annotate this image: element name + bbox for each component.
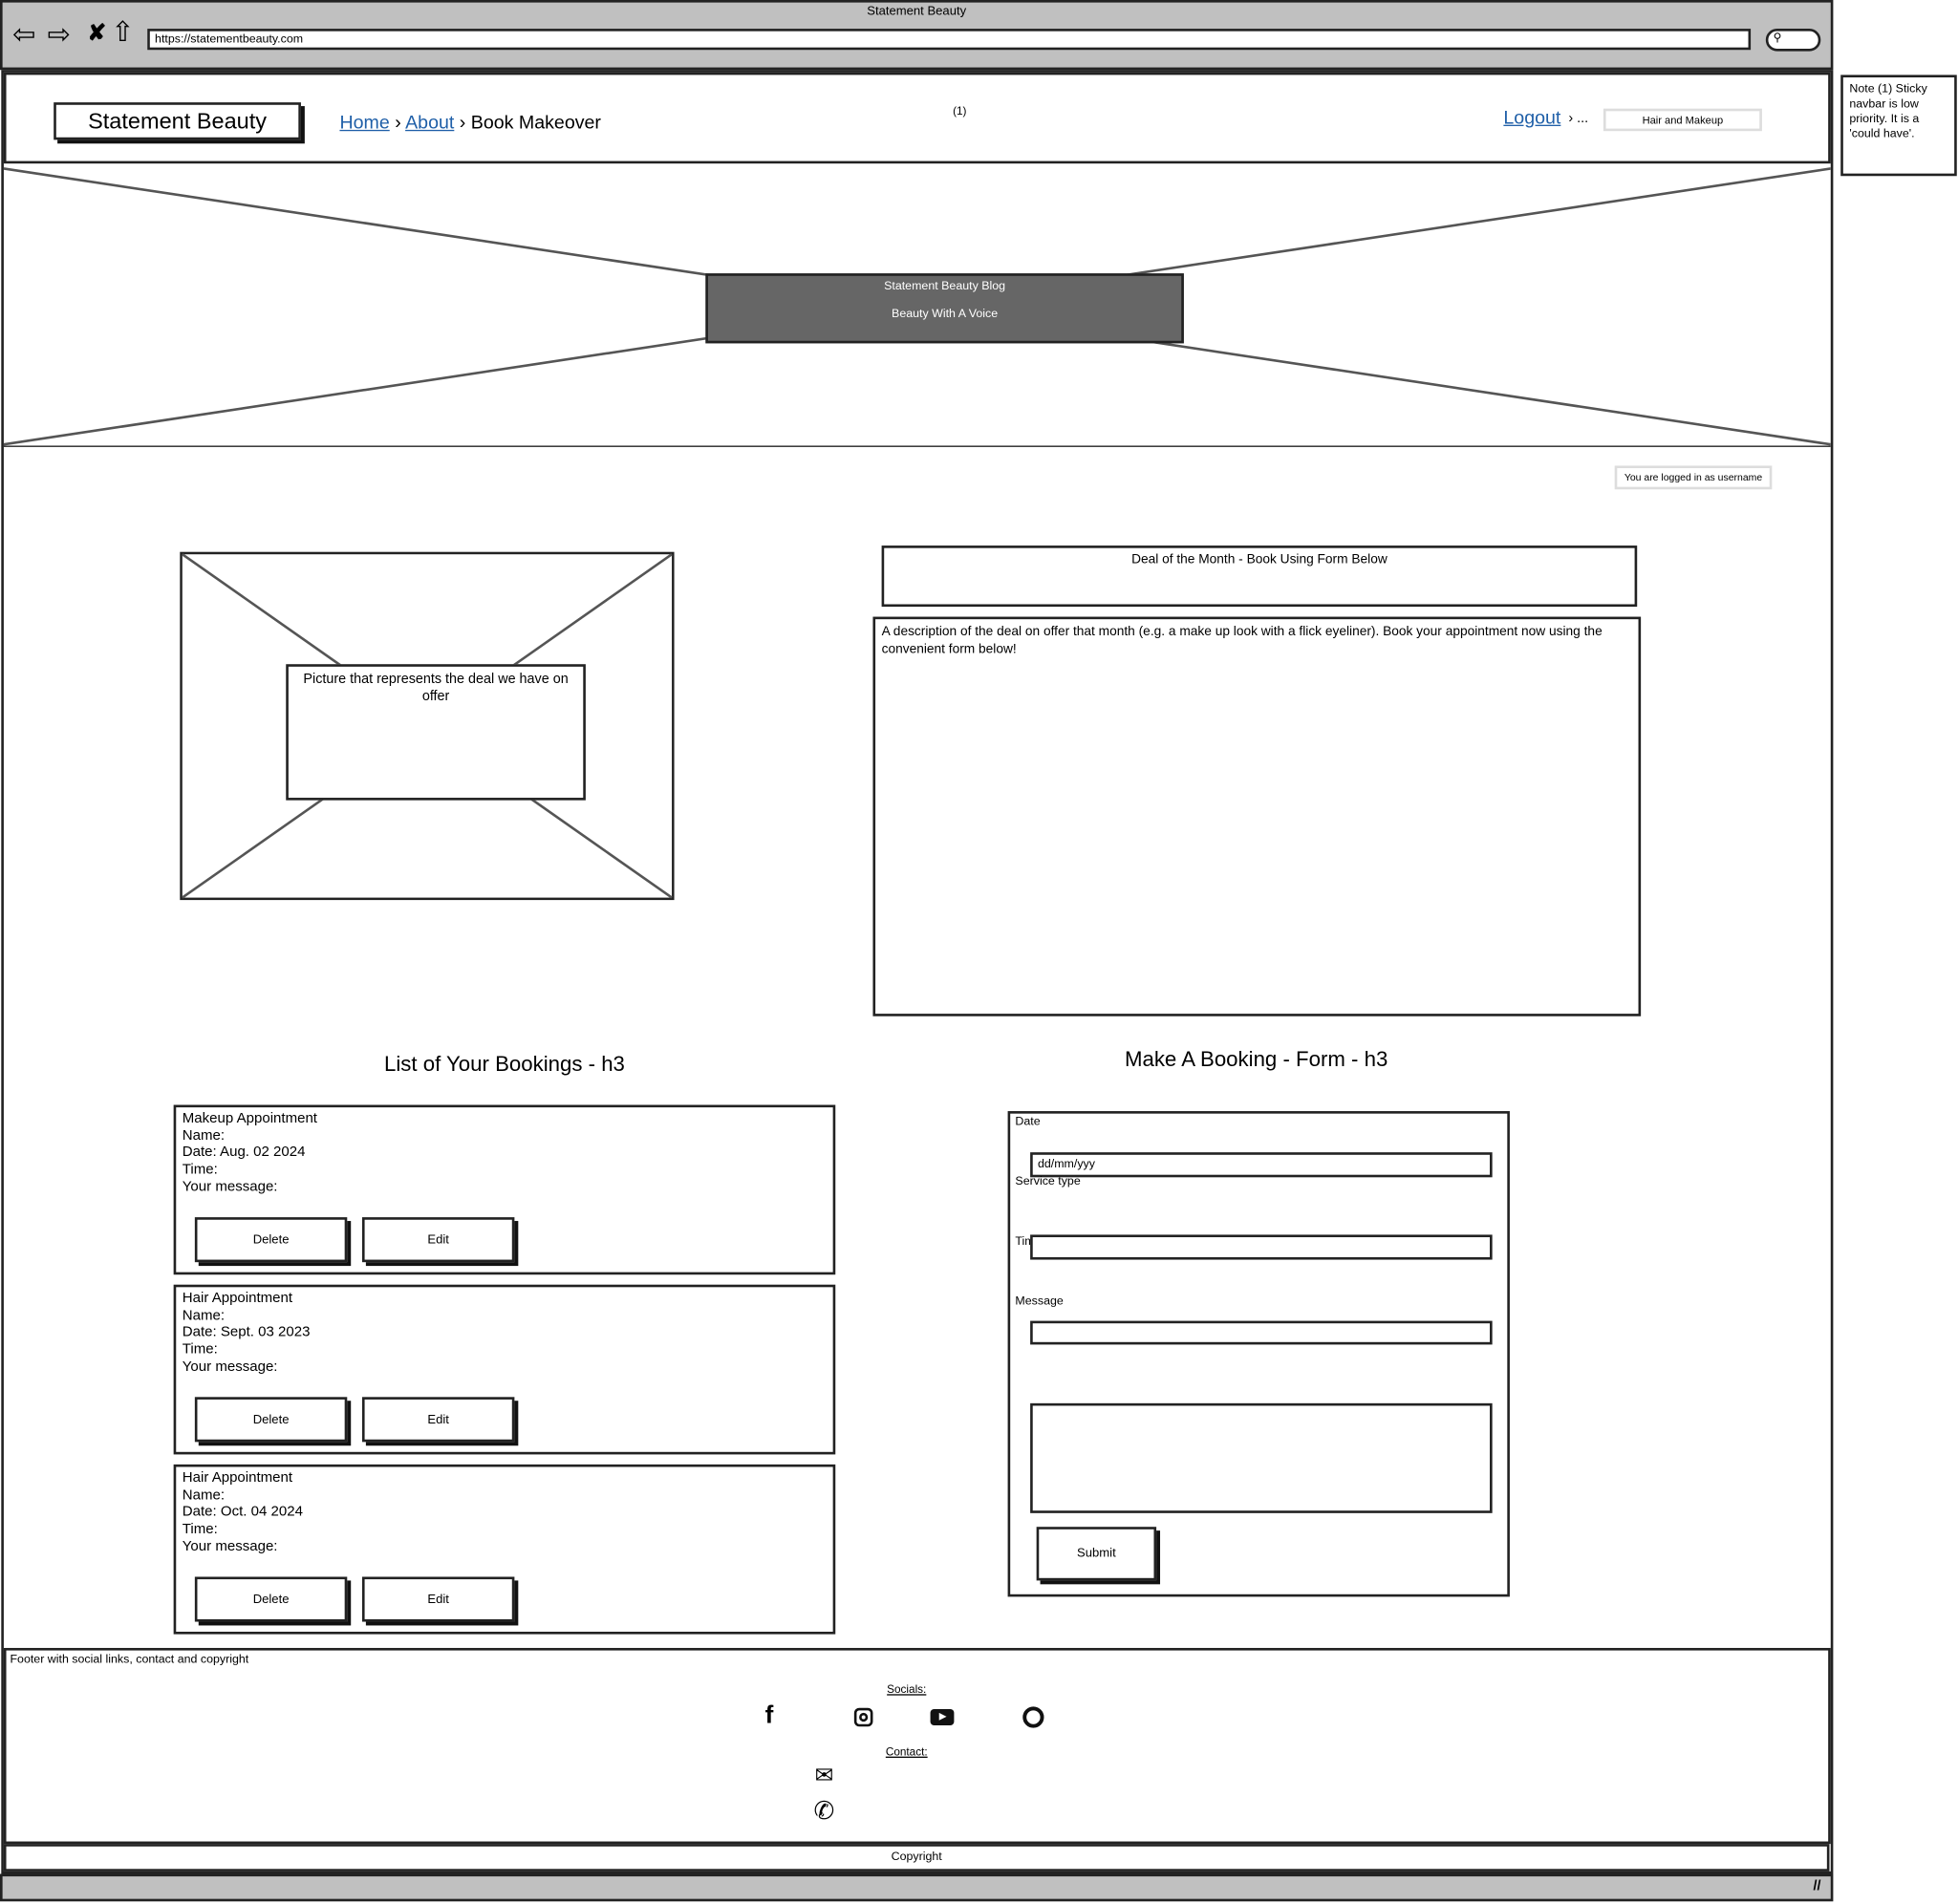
hero-title: Statement Beauty Blog: [884, 279, 1006, 294]
booking-time: Time:: [182, 1522, 218, 1537]
socials-label: Socials:: [887, 1682, 927, 1696]
note-marker: (1): [953, 104, 967, 118]
booking-message: Your message:: [182, 1179, 278, 1195]
browser-title: Statement Beauty: [867, 5, 967, 19]
breadcrumb-about[interactable]: About: [405, 113, 454, 134]
message-textarea[interactable]: [1030, 1402, 1493, 1513]
instagram-icon[interactable]: [853, 1707, 873, 1727]
forward-icon[interactable]: ⇨: [48, 19, 71, 52]
sticky-note: Note (1) Sticky navbar is low priority. …: [1840, 75, 1957, 177]
delete-button[interactable]: Delete: [194, 1576, 348, 1622]
message-label: Message: [1015, 1294, 1064, 1309]
copyright-bar: Copyright: [3, 1844, 1830, 1872]
booking-name: Name:: [182, 1127, 226, 1144]
breadcrumb-home[interactable]: Home: [339, 113, 389, 134]
logout-link[interactable]: Logout: [1503, 107, 1560, 128]
browser-statusbar: [0, 1873, 1834, 1902]
hero-subtitle: Beauty With A Voice: [892, 307, 999, 321]
booking-message: Your message:: [182, 1539, 278, 1554]
booking-time: Time:: [182, 1162, 218, 1178]
booking-time: Time:: [182, 1341, 218, 1358]
logout-ellipsis: › ...: [1568, 111, 1589, 126]
time-input[interactable]: [1030, 1234, 1493, 1260]
youtube-icon[interactable]: [930, 1709, 955, 1725]
booking-date: Date: Aug. 02 2024: [182, 1145, 306, 1161]
submit-button[interactable]: Submit: [1036, 1527, 1157, 1581]
phone-icon[interactable]: ✆: [814, 1795, 835, 1827]
booking-date: Date: Sept. 03 2023: [182, 1325, 311, 1340]
contact-label: Contact:: [885, 1744, 928, 1758]
message-input[interactable]: [1030, 1320, 1493, 1345]
logo[interactable]: Statement Beauty: [54, 102, 301, 140]
home-icon[interactable]: ⇧: [111, 16, 134, 49]
hero-panel: Statement Beauty Blog Beauty With A Voic…: [705, 273, 1184, 344]
booking-type: Hair Appointment: [182, 1470, 293, 1487]
hair-makeup-button[interactable]: Hair and Makeup: [1603, 108, 1762, 132]
edit-button[interactable]: Edit: [361, 1397, 515, 1443]
facebook-icon[interactable]: f: [765, 1701, 774, 1730]
back-icon[interactable]: ⇦: [12, 19, 35, 52]
booking-type: Hair Appointment: [182, 1291, 293, 1306]
booking-type: Makeup Appointment: [182, 1111, 317, 1126]
resize-handle-icon[interactable]: //: [1813, 1879, 1820, 1894]
delete-button[interactable]: Delete: [194, 1397, 348, 1443]
date-input[interactable]: dd/mm/yyy: [1030, 1152, 1493, 1178]
booking-date: Date: Oct. 04 2024: [182, 1505, 303, 1520]
logged-in-status: You are logged in as username: [1614, 465, 1773, 490]
close-icon[interactable]: ✘: [87, 20, 106, 46]
url-bar[interactable]: https://statementbeauty.com: [147, 29, 1752, 51]
booking-name: Name:: [182, 1308, 226, 1323]
github-icon[interactable]: [1022, 1706, 1044, 1728]
wireframe: Statement Beauty ⇦ ⇨ ✘ ⇧ https://stateme…: [0, 0, 1958, 1904]
logout-label[interactable]: Logout: [1503, 107, 1560, 128]
date-label: Date: [1015, 1114, 1041, 1129]
edit-button[interactable]: Edit: [361, 1217, 515, 1263]
deal-description: A description of the deal on offer that …: [872, 616, 1642, 1016]
envelope-icon[interactable]: ✉: [815, 1763, 834, 1788]
ellipsis: ...: [1577, 111, 1589, 126]
deal-image-caption: Picture that represents the deal we have…: [286, 664, 586, 801]
edit-button[interactable]: Edit: [361, 1576, 515, 1622]
breadcrumb-current: Book Makeover: [470, 112, 601, 134]
footer-note: Footer with social links, contact and co…: [10, 1653, 249, 1667]
bookings-heading: List of Your Bookings - h3: [383, 1052, 625, 1077]
delete-button[interactable]: Delete: [194, 1217, 348, 1263]
booking-form: [1007, 1111, 1510, 1597]
service-type-label: Service type: [1015, 1174, 1081, 1189]
booking-name: Name:: [182, 1487, 226, 1503]
breadcrumb: Home › About › Book Makeover: [339, 112, 601, 134]
search-button[interactable]: ⚲: [1765, 29, 1821, 52]
booking-message: Your message:: [182, 1358, 278, 1375]
deal-title: Deal of the Month - Book Using Form Belo…: [881, 546, 1638, 608]
form-heading: Make A Booking - Form - h3: [1124, 1047, 1388, 1072]
